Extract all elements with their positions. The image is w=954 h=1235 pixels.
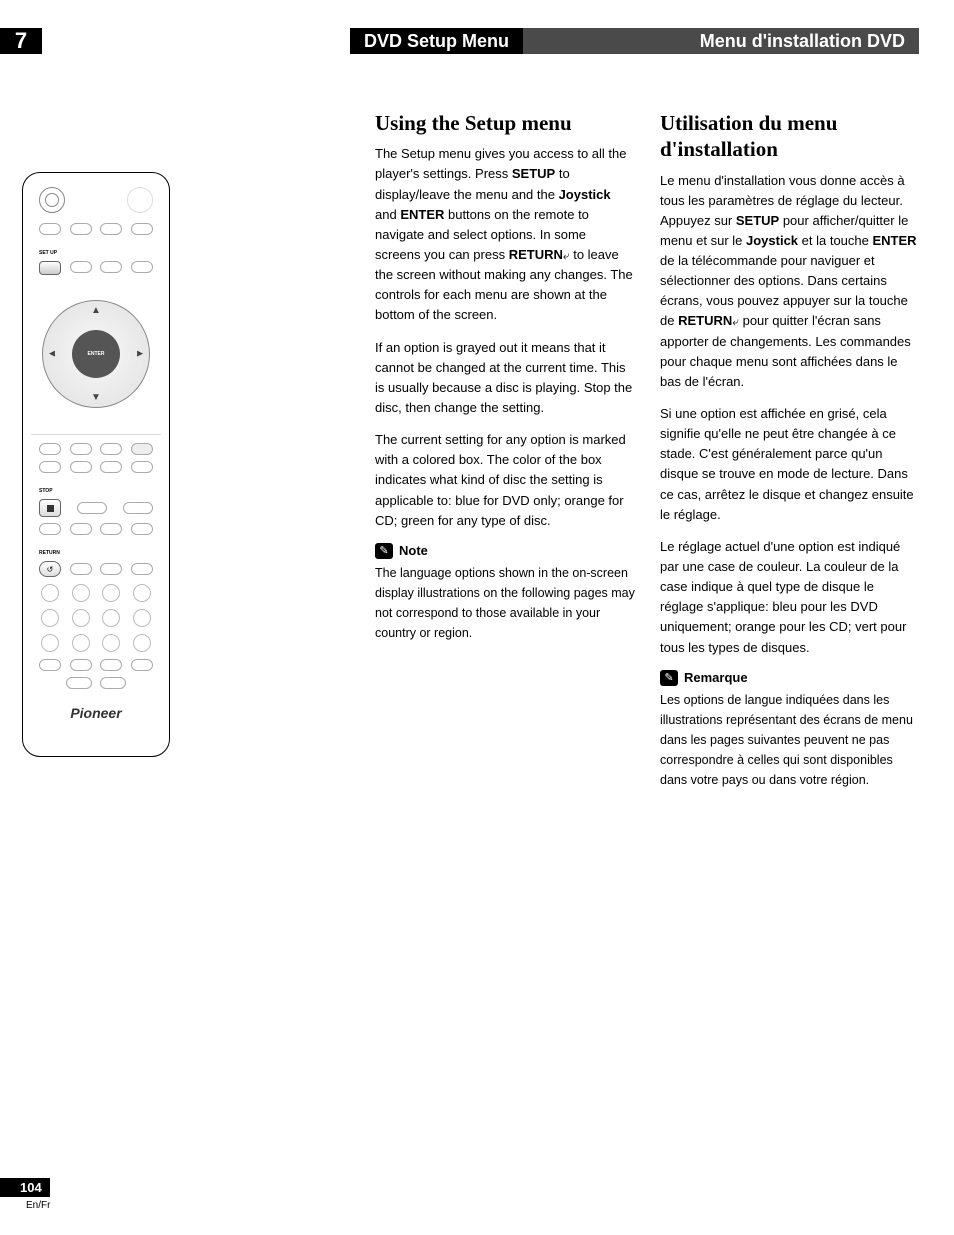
note-icon: ✎ <box>375 543 393 559</box>
return-arrow-icon: ⤶ <box>563 248 570 262</box>
header-bar: 7 DVD Setup Menu Menu d'installation DVD <box>0 28 919 54</box>
setup-button <box>39 261 61 275</box>
remote-button <box>39 443 61 455</box>
page-number: 104 <box>0 1178 50 1197</box>
remote-button <box>70 659 92 671</box>
stop-label: STOP <box>39 488 53 494</box>
remote-dot-button <box>102 584 120 602</box>
french-column: Utilisation du menu d'installation Le me… <box>660 110 920 790</box>
brand-logo: Pioneer <box>31 705 161 721</box>
remote-dot-button <box>102 609 120 627</box>
remote-button <box>131 443 153 455</box>
remote-button <box>100 261 122 273</box>
body-paragraph: Le menu d'installation vous donne accès … <box>660 171 920 393</box>
enter-button: ENTER <box>72 330 120 378</box>
remote-dot-button <box>102 634 120 652</box>
body-paragraph: The Setup menu gives you access to all t… <box>375 144 635 325</box>
remote-button <box>123 502 153 514</box>
remote-button <box>70 261 92 273</box>
remote-illustration: SET UP ▲ ▼ ◄ ► ENTER STOP <box>22 172 170 757</box>
remote-dot-button <box>41 634 59 652</box>
remote-button <box>70 443 92 455</box>
remote-button <box>70 563 92 575</box>
remote-button <box>131 261 153 273</box>
joystick-dpad: ▲ ▼ ◄ ► ENTER <box>42 300 150 408</box>
remote-dot-button <box>133 584 151 602</box>
section-title-en: Using the Setup menu <box>375 110 635 136</box>
remote-button <box>100 677 126 689</box>
header-title-en: DVD Setup Menu <box>350 28 523 54</box>
note-text: The language options shown in the on-scr… <box>375 563 635 643</box>
remote-button <box>70 523 92 535</box>
english-column: Using the Setup menu The Setup menu give… <box>375 110 635 643</box>
remote-button <box>131 563 153 575</box>
remote-button <box>70 461 92 473</box>
remote-dot-button <box>72 609 90 627</box>
setup-label: SET UP <box>39 250 57 256</box>
arrow-up-icon: ▲ <box>91 305 101 316</box>
remote-dot-button <box>72 584 90 602</box>
remote-button <box>100 223 122 235</box>
note-header: ✎ Remarque <box>660 670 920 686</box>
arrow-down-icon: ▼ <box>91 392 101 403</box>
remote-button <box>131 659 153 671</box>
remote-button <box>39 461 61 473</box>
remote-button <box>131 223 153 235</box>
remote-button <box>100 443 122 455</box>
body-paragraph: Le réglage actuel d'une option est indiq… <box>660 537 920 658</box>
return-button: ↺ <box>39 561 61 577</box>
return-arrow-icon: ⤶ <box>732 315 739 329</box>
note-label: Note <box>399 543 428 558</box>
remote-button <box>100 523 122 535</box>
return-label: RETURN <box>39 550 60 556</box>
chapter-number: 7 <box>0 28 42 54</box>
arrow-right-icon: ► <box>135 348 145 359</box>
note-label: Remarque <box>684 670 748 685</box>
body-paragraph: If an option is grayed out it means that… <box>375 338 635 419</box>
remote-button <box>39 659 61 671</box>
remote-button <box>70 223 92 235</box>
remote-button <box>100 563 122 575</box>
page-language-indicator: En/Fr <box>26 1200 50 1211</box>
remote-dot-button <box>133 634 151 652</box>
remote-button <box>131 523 153 535</box>
section-title-fr: Utilisation du menu d'installation <box>660 110 920 163</box>
remote-button <box>39 523 61 535</box>
note-text: Les options de langue indiquées dans les… <box>660 690 920 790</box>
stop-button <box>39 499 61 517</box>
remote-button <box>39 223 61 235</box>
body-paragraph: Si une option est affichée en grisé, cel… <box>660 404 920 525</box>
body-paragraph: The current setting for any option is ma… <box>375 430 635 531</box>
remote-button <box>66 677 92 689</box>
remote-dot-button <box>72 634 90 652</box>
note-icon: ✎ <box>660 670 678 686</box>
note-header: ✎ Note <box>375 543 635 559</box>
disc-icon <box>39 187 65 213</box>
stop-icon <box>47 505 54 512</box>
remote-button <box>100 461 122 473</box>
remote-dot-button <box>41 584 59 602</box>
remote-button <box>77 502 107 514</box>
power-icon <box>127 187 153 213</box>
remote-dot-button <box>41 609 59 627</box>
remote-button <box>131 461 153 473</box>
arrow-left-icon: ◄ <box>47 348 57 359</box>
remote-dot-button <box>133 609 151 627</box>
remote-button <box>100 659 122 671</box>
header-title-fr: Menu d'installation DVD <box>523 28 919 54</box>
